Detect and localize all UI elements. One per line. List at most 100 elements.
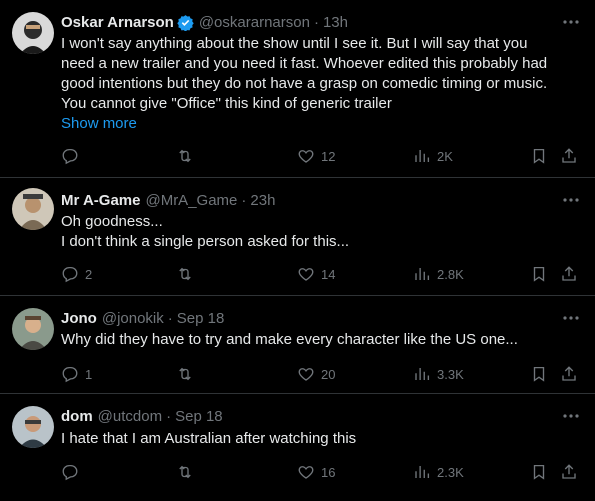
reply-icon [62,366,78,383]
text-line: need a new trailer and you need it fast.… [61,55,548,72]
more-icon[interactable] [561,190,581,210]
views-count: 3.3K [437,366,464,382]
views-icon [415,150,430,162]
retweet-icon [179,367,191,381]
bookmark-icon [533,148,545,164]
text-line: I hate that I am Australian after watchi… [61,430,357,447]
reply-icon [62,464,78,481]
share-icon [562,464,576,479]
like-button[interactable]: 16 [297,462,335,482]
share-button[interactable] [560,146,578,166]
reply-icon [62,148,78,165]
views-icon [415,368,430,380]
action-bar: 16 2.3K [0,462,595,482]
views-button[interactable]: 3.3K [413,364,464,384]
tweet-header: Oskar Arnarson @oskararnarson · 13h [61,12,348,32]
tweet-oskar[interactable]: Oskar Arnarson @oskararnarson · 13h I wo… [0,0,595,178]
share-icon [562,148,576,163]
like-icon [298,268,314,281]
share-icon [562,366,576,381]
reply-count: 1 [85,366,93,382]
reply-count: 2 [85,266,93,282]
text-line: I don't think a single person asked for … [61,233,350,250]
text-line: You cannot give "Office" this kind of ge… [61,95,392,112]
views-count: 2K [437,148,453,164]
retweet-button[interactable] [176,462,200,482]
timestamp[interactable]: Sep 18 [177,310,225,327]
bookmark-button[interactable] [530,264,548,284]
like-count: 14 [321,266,336,282]
views-button[interactable]: 2K [413,146,453,166]
like-icon [298,368,314,381]
views-count: 2.3K [437,464,464,480]
author-handle[interactable]: @MrA_Game [145,192,237,209]
reply-button[interactable] [61,146,85,166]
like-button[interactable]: 14 [297,264,335,284]
views-button[interactable]: 2.8K [413,264,464,284]
separator-dot: · [166,407,172,425]
more-icon[interactable] [561,12,581,32]
tweet-text: Why did they have to try and make every … [61,330,581,350]
text-line: I won't say anything about the show unti… [61,35,528,52]
bookmark-icon [533,464,545,480]
more-icon[interactable] [561,406,581,426]
share-icon [562,266,576,281]
like-count: 20 [321,366,336,382]
avatar[interactable] [12,406,54,448]
retweet-icon [179,465,191,479]
tweet-text: I won't say anything about the show unti… [61,34,581,134]
avatar[interactable] [12,308,54,350]
bookmark-icon [533,366,545,382]
tweet-mr-a-game[interactable]: Mr A-Game @MrA_Game · 23h Oh goodness...… [0,178,595,296]
reply-button[interactable]: 1 [61,364,92,384]
like-button[interactable]: 20 [297,364,335,384]
timestamp[interactable]: 23h [250,192,275,209]
avatar[interactable] [12,188,54,230]
bookmark-button[interactable] [530,146,548,166]
bookmark-button[interactable] [530,462,548,482]
retweet-button[interactable] [176,146,200,166]
timestamp[interactable]: Sep 18 [175,408,223,425]
tweet-dom[interactable]: dom @utcdom · Sep 18 I hate that I am Au… [0,394,595,501]
retweet-button[interactable] [176,264,200,284]
separator-dot: · [167,309,173,327]
avatar[interactable] [12,12,54,54]
author-name[interactable]: dom [61,408,93,425]
verified-icon [177,14,194,31]
author-name[interactable]: Mr A-Game [61,192,140,209]
author-name[interactable]: Jono [61,310,97,327]
tweet-text: I hate that I am Australian after watchi… [61,429,581,449]
like-button[interactable]: 12 [297,146,335,166]
author-handle[interactable]: @utcdom [98,408,162,425]
tweet-header: dom @utcdom · Sep 18 [61,406,223,426]
tweet-header: Jono @jonokik · Sep 18 [61,308,224,328]
bookmark-button[interactable] [530,364,548,384]
share-button[interactable] [560,364,578,384]
show-more-link[interactable]: Show more [61,114,581,134]
more-icon[interactable] [561,308,581,328]
share-button[interactable] [560,264,578,284]
like-icon [298,466,314,479]
share-button[interactable] [560,462,578,482]
author-name[interactable]: Oskar Arnarson [61,14,174,31]
author-handle[interactable]: @jonokik [102,310,164,327]
like-count: 16 [321,464,336,480]
action-bar: 12 2K [0,146,595,166]
text-line: Why did they have to try and make every … [61,331,518,348]
action-bar: 1 20 3.3K [0,364,595,384]
timestamp[interactable]: 13h [323,14,348,31]
reply-icon [62,266,78,283]
views-icon [415,466,430,478]
views-button[interactable]: 2.3K [413,462,464,482]
retweet-button[interactable] [176,364,200,384]
tweet-jono[interactable]: Jono @jonokik · Sep 18 Why did they have… [0,296,595,394]
like-count: 12 [321,148,336,164]
author-handle[interactable]: @oskararnarson [199,14,310,31]
bookmark-icon [533,266,545,282]
reply-button[interactable] [61,462,85,482]
retweet-icon [179,149,191,163]
text-line: good intentions but they do not have a g… [61,75,548,92]
action-bar: 2 14 2.8K [0,264,595,284]
reply-button[interactable]: 2 [61,264,92,284]
tweet-header: Mr A-Game @MrA_Game · 23h [61,190,275,210]
